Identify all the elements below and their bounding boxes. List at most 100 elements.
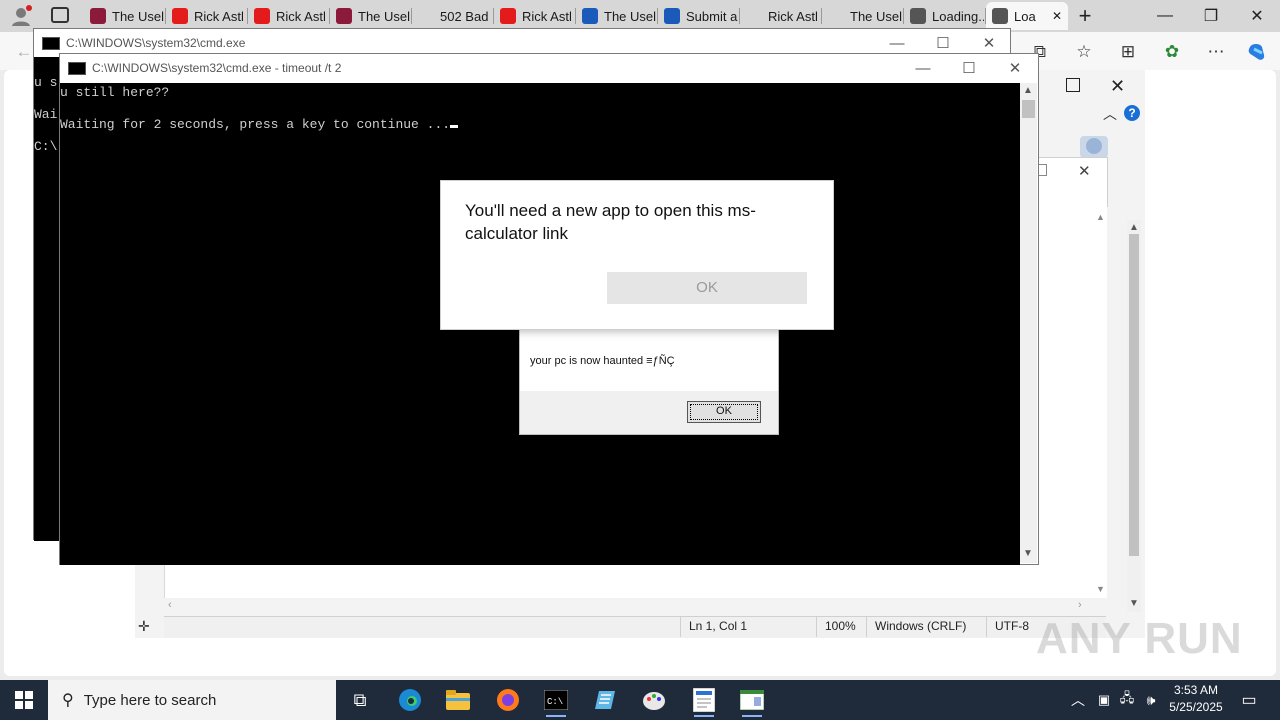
console-line-2: Waiting for 2 seconds, press a key to co… [60,117,451,132]
move-icon[interactable]: ✛ [138,618,150,635]
notepad-taskbar-icon[interactable] [586,683,626,717]
new-tab-button[interactable]: + [1063,0,1107,32]
profile-icon[interactable] [10,5,32,27]
tab-favicon-icon [910,8,926,24]
cmd-front-title: C:\WINDOWS\system32\cmd.exe - timeout /t… [92,61,342,75]
watermark: ANY RUN [1036,614,1243,663]
text-scrollbar-up-icon[interactable]: ▲ [1096,212,1105,222]
tab-favicon-icon [746,8,762,24]
tab-favicon-icon [828,8,844,24]
status-line-ending: Windows (CRLF) [866,616,986,637]
cmd-scroll-down-icon[interactable]: ▼ [1023,548,1033,559]
tab-label: Submit a [686,8,738,24]
browser-tab[interactable]: The Usel [576,2,656,30]
scrollbar-up-icon[interactable]: ▲ [1129,222,1139,233]
console-line-1: u still here?? [60,85,170,100]
scrollbar-down-icon[interactable]: ▼ [1129,598,1139,609]
tab-separator [329,8,330,24]
cmd-back-title: C:\WINDOWS\system32\cmd.exe [66,36,246,50]
tab-label: Rick Astl [768,8,818,24]
device-icon[interactable]: ▣ [1094,680,1114,720]
taskbar-search-box[interactable]: ⚲ Type here to search [48,680,336,720]
console-line: C:\ [34,139,58,154]
app-dialog-ok-button[interactable]: OK [607,272,807,304]
browser-tab[interactable]: The Usel [84,2,164,30]
inner-panel-close-icon[interactable]: ✕ [1078,162,1091,180]
tab-favicon-icon [582,8,598,24]
clock-date: 5/25/2025 [1169,700,1223,714]
scroll-right-icon[interactable]: › [1078,599,1082,611]
tab-label: The Usel [358,8,410,24]
close-button[interactable]: ✕ [1234,0,1280,32]
clock-time: 3:53 AM [1173,683,1219,697]
copilot-icon[interactable] [1245,40,1269,64]
browser-tab[interactable]: Loa ✕ [986,2,1068,30]
vertical-scrollbar-thumb[interactable] [1129,234,1139,556]
scroll-left-icon[interactable]: ‹ [168,599,172,611]
horizontal-scrollbar[interactable] [164,598,1094,614]
edge-icon[interactable] [390,683,430,717]
start-button[interactable] [0,680,48,720]
tab-separator [739,8,740,24]
notifications-icon[interactable]: ▭ [1234,680,1264,720]
volume-icon[interactable]: 🕪 [1140,680,1162,720]
app-window-icon[interactable] [732,683,772,717]
tab-close-icon[interactable]: ✕ [1052,9,1062,23]
console-line: Wai [34,107,58,122]
task-view-icon[interactable]: ⧉ [340,683,380,717]
tab-separator [165,8,166,24]
paint-icon[interactable] [634,683,674,717]
browser-tab[interactable]: The Usel [330,2,410,30]
clock[interactable]: 3:53 AM 5/25/2025 [1164,682,1228,716]
tab-label: Rick Astl [194,8,244,24]
cmd-front-maximize-button[interactable]: ☐ [946,54,992,82]
cmd-scroll-up-icon[interactable]: ▲ [1023,85,1033,96]
browser-tab[interactable]: Loading... [904,2,984,30]
help-icon[interactable]: ? [1124,105,1140,121]
text-scrollbar-down-icon[interactable]: ▼ [1096,584,1105,594]
ribbon-collapse-icon[interactable]: ︿ [1103,104,1117,124]
haunt-message-box: your pc is now haunted ≡ƒÑÇ OK [519,328,779,435]
browser-tab[interactable]: Rick Astl [248,2,328,30]
console-line: u s [34,75,58,90]
browser-tab[interactable]: The Usel [822,2,902,30]
show-hidden-icons-icon[interactable]: ︿ [1068,680,1088,720]
cmd-front-minimize-button[interactable]: — [900,54,946,82]
wordpad-icon[interactable] [684,683,724,717]
status-position: Ln 1, Col 1 [680,616,816,637]
tab-favicon-icon [172,8,188,24]
extensions-icon[interactable]: ✿ [1160,40,1184,64]
notepad-maximize-icon[interactable] [1066,78,1080,92]
tab-separator [657,8,658,24]
firefox-icon[interactable] [488,683,528,717]
cmd-scroll-thumb[interactable] [1022,100,1035,118]
tab-separator [903,8,904,24]
cmd-taskbar-icon[interactable]: C:\ [536,683,576,717]
tab-favicon-icon [992,8,1008,24]
favorites-icon[interactable]: ☆ [1072,40,1096,64]
more-options-icon[interactable]: ⋯ [1204,40,1228,64]
tab-actions-icon[interactable] [51,7,69,23]
minimize-button[interactable]: — [1142,0,1188,32]
browser-tab[interactable]: Rick Astl [494,2,574,30]
tab-favicon-icon [664,8,680,24]
notepad-close-icon[interactable]: ✕ [1110,76,1125,97]
tab-label: 502 Bad [440,8,489,24]
cmd-icon [68,61,86,75]
browser-tab[interactable]: 502 Bad [412,2,492,30]
app-dialog-message: You'll need a new app to open this ms-ca… [465,201,756,243]
collections-icon[interactable]: ⊞ [1116,40,1140,64]
browser-tab[interactable]: Submit a [658,2,738,30]
browser-tab[interactable]: Rick Astl [740,2,820,30]
tab-separator [493,8,494,24]
tab-favicon-icon [336,8,352,24]
cmd-front-close-button[interactable]: ✕ [992,54,1038,82]
cmd-scrollbar[interactable] [1020,83,1037,563]
browser-tab[interactable]: Rick Astl [166,2,246,30]
status-zoom: 100% [816,616,866,637]
file-explorer-icon[interactable] [438,683,478,717]
restore-button[interactable]: ❐ [1188,0,1234,32]
haunt-ok-button[interactable]: OK [687,401,761,423]
network-icon[interactable]: 🖧 [1116,680,1138,720]
windows-icon [15,691,33,709]
